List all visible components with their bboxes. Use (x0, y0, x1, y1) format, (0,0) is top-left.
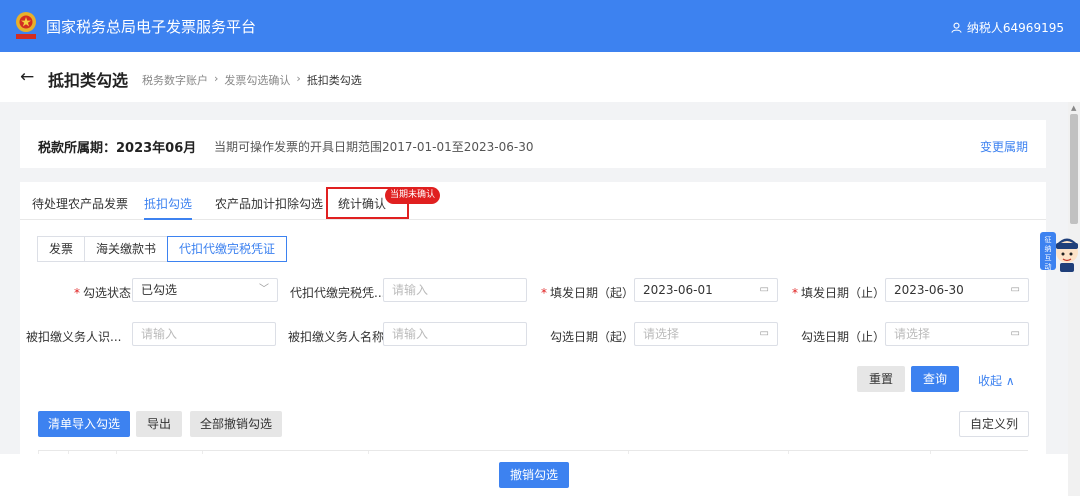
payer-id-label: 被扣缴义务人识... (26, 330, 122, 344)
calendar-icon: ▭ (759, 328, 769, 339)
payer-name-label: 被扣缴义务人名称 (288, 330, 385, 344)
user-name: 纳税人64969195 (966, 21, 1064, 35)
back-arrow-icon[interactable]: ← (20, 67, 34, 87)
svg-text:动: 动 (1045, 262, 1052, 271)
query-button[interactable]: 查询 (911, 366, 959, 392)
breadcrumb-separator: › (214, 72, 219, 85)
fill-start-date[interactable]: 2023-06-01 ▭ (634, 278, 778, 302)
svg-text:纳: 纳 (1045, 244, 1052, 253)
chevron-up-icon: ∧ (1005, 374, 1015, 388)
fill-end-label: * 填发日期（止） (792, 286, 886, 300)
chevron-down-icon: ﹀ (259, 284, 269, 295)
assistant-widget[interactable]: 征 纳 互 动 (1040, 228, 1080, 274)
cancel-all-selection-button[interactable]: 全部撤销勾选 (190, 411, 282, 437)
reset-button[interactable]: 重置 (857, 366, 905, 392)
top-bar: 国家税务总局电子发票服务平台 纳税人64969195 (0, 0, 1080, 52)
scrollbar-thumb[interactable] (1070, 114, 1078, 224)
breadcrumb: 税务数字账户 › 发票勾选确认 › 抵扣类勾选 (142, 72, 362, 88)
breadcrumb-current: 抵扣类勾选 (306, 74, 362, 87)
tab-agricultural-extra[interactable]: 农产品加计扣除勾选 (215, 195, 323, 212)
payer-id-input[interactable]: 请输入 (132, 322, 276, 346)
active-tab-indicator (144, 218, 192, 220)
export-button[interactable]: 导出 (136, 411, 182, 437)
check-end-label: 勾选日期（止） (801, 330, 886, 344)
voucher-label: 代扣代缴完税凭... (290, 286, 386, 300)
breadcrumb-item[interactable]: 发票勾选确认 (224, 72, 290, 88)
scroll-up-icon[interactable]: ▲ (1071, 104, 1076, 112)
custom-columns-button[interactable]: 自定义列 (959, 411, 1029, 437)
breadcrumb-separator: › (296, 72, 301, 85)
collapse-link[interactable]: 收起 ∧ (978, 372, 1015, 389)
subtab-withholding-certificate[interactable]: 代扣代缴完税凭证 (167, 236, 288, 262)
list-import-select-button[interactable]: 清单导入勾选 (38, 411, 130, 437)
svg-text:互: 互 (1045, 254, 1052, 262)
fill-end-date[interactable]: 2023-06-30 ▭ (885, 278, 1029, 302)
voucher-input[interactable]: 请输入 (383, 278, 527, 302)
page-scrollbar[interactable]: ▲ (1068, 102, 1080, 496)
user-menu[interactable]: 纳税人64969195 (951, 19, 1064, 36)
calendar-icon: ▭ (1010, 328, 1020, 339)
status-select[interactable]: 已勾选 ﹀ (132, 278, 278, 302)
app-title: 国家税务总局电子发票服务平台 (46, 18, 257, 36)
assistant-avatar-icon: 征 纳 互 动 (1040, 232, 1078, 272)
cancel-selection-button[interactable]: 撤销勾选 (499, 462, 569, 488)
page-header: ← 抵扣类勾选 税务数字账户 › 发票勾选确认 › 抵扣类勾选 (0, 52, 1080, 102)
status-label: * 勾选状态 (74, 286, 132, 300)
calendar-icon: ▭ (1010, 284, 1020, 295)
page-title: 抵扣类勾选 (48, 71, 129, 90)
svg-text:征: 征 (1045, 235, 1052, 244)
tab-bar: 待处理农产品发票 抵扣勾选 农产品加计扣除勾选 统计确认 当期未确认 (20, 182, 1046, 220)
subtab-customs-payment[interactable]: 海关缴款书 (84, 236, 169, 262)
tax-period-range: 当期可操作发票的开具日期范围2017-01-01至2023-06-30 (214, 140, 534, 154)
unconfirmed-badge: 当期未确认 (385, 187, 441, 204)
user-icon (951, 22, 962, 33)
subtab-invoice[interactable]: 发票 (37, 236, 86, 262)
document-type-tabs: 发票 海关缴款书 代扣代缴完税凭证 (37, 236, 288, 262)
fill-start-label: * 填发日期（起） (541, 286, 635, 300)
payer-name-input[interactable]: 请输入 (383, 322, 527, 346)
check-start-date[interactable]: 请选择 ▭ (634, 322, 778, 346)
breadcrumb-item[interactable]: 税务数字账户 (142, 72, 208, 88)
check-start-label: 勾选日期（起） (550, 330, 635, 344)
change-period-link[interactable]: 变更属期 (980, 138, 1028, 155)
tax-period-card: 税款所属期：2023年06月 当期可操作发票的开具日期范围2017-01-01至… (20, 120, 1046, 168)
tax-emblem-icon (16, 12, 36, 39)
tab-pending-agricultural[interactable]: 待处理农产品发票 (32, 195, 128, 212)
bottom-action-bar: 撤销勾选 (0, 454, 1068, 496)
tax-period-label: 税款所属期：2023年06月 (38, 141, 197, 156)
calendar-icon: ▭ (759, 284, 769, 295)
tab-deduction-select[interactable]: 抵扣勾选 (144, 195, 192, 212)
check-end-date[interactable]: 请选择 ▭ (885, 322, 1029, 346)
main-card: 待处理农产品发票 抵扣勾选 农产品加计扣除勾选 统计确认 当期未确认 发票 海关… (20, 182, 1046, 496)
